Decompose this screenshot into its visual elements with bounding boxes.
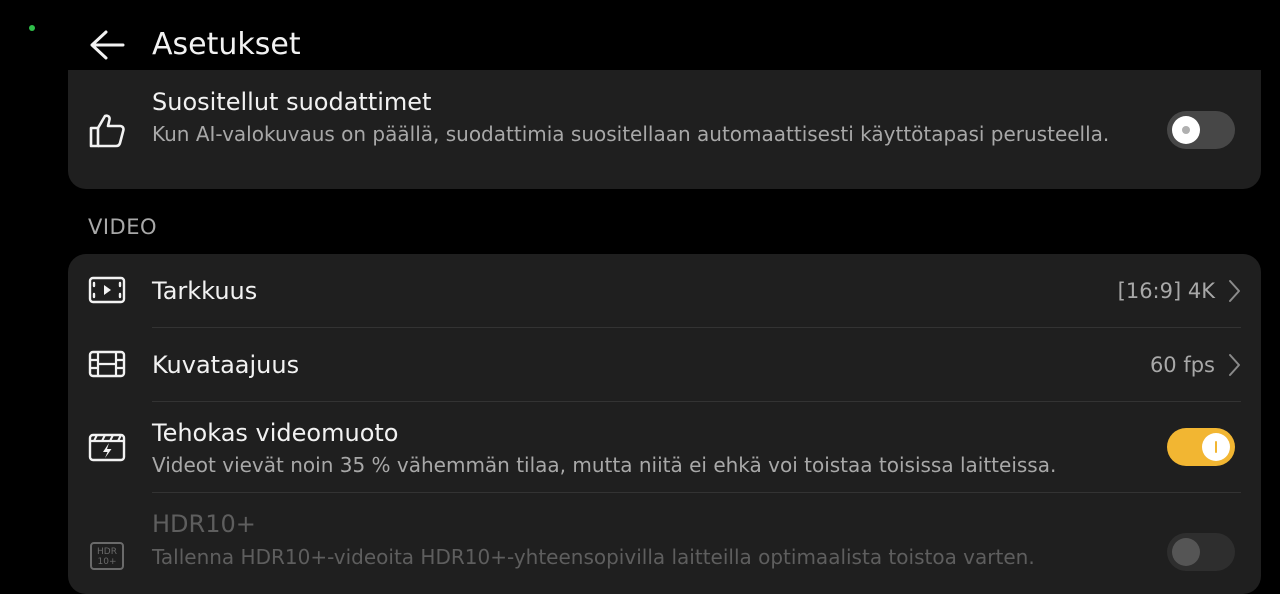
toggle-knob	[1172, 116, 1200, 144]
chevron-right-icon	[1229, 280, 1240, 302]
setting-value: [16:9] 4K	[1117, 279, 1215, 303]
setting-title: Tarkkuus	[152, 277, 258, 305]
thumbs-up-icon	[86, 110, 128, 152]
recommended-filters-toggle[interactable]	[1167, 111, 1235, 149]
hdr-icon-text-top: HDR	[97, 547, 117, 557]
film-frames-icon	[86, 343, 128, 385]
arrow-left-icon	[90, 30, 125, 60]
toggle-knob	[1172, 538, 1200, 566]
back-button[interactable]	[84, 22, 130, 68]
hdr10-plus-toggle[interactable]	[1167, 533, 1235, 571]
setting-row-resolution[interactable]: Tarkkuus [16:9] 4K	[68, 254, 1261, 327]
toggle-off-mark	[1182, 126, 1190, 134]
toggle-on-mark	[1215, 441, 1217, 453]
setting-title: Suositellut suodattimet	[152, 88, 432, 116]
card-recommended-filters: Suositellut suodattimet Kun AI-valokuvau…	[68, 70, 1261, 189]
hdr-icon-text-bottom: 10+	[98, 557, 117, 567]
video-resolution-icon	[86, 269, 128, 311]
setting-title: Tehokas videomuoto	[152, 419, 399, 447]
setting-value: 60 fps	[1149, 353, 1215, 377]
card-video-settings: Tarkkuus [16:9] 4K Kuvataajuus 60 fps Te…	[68, 254, 1261, 594]
setting-description: Videot vievät noin 35 % vähemmän tilaa, …	[152, 453, 1057, 477]
toggle-knob	[1202, 433, 1230, 461]
setting-title: Kuvataajuus	[152, 351, 300, 379]
setting-row-hdr10-plus[interactable]: HDR 10+ HDR10+ Tallenna HDR10+-videoita …	[68, 493, 1261, 594]
setting-description: Kun AI-valokuvaus on päällä, suodattimia…	[152, 122, 1110, 146]
video-efficiency-icon	[86, 426, 128, 468]
page-title: Asetukset	[152, 27, 301, 62]
setting-row-frame-rate[interactable]: Kuvataajuus 60 fps	[68, 328, 1261, 401]
setting-title: HDR10+	[152, 510, 256, 538]
efficient-video-format-toggle[interactable]	[1167, 428, 1235, 466]
section-label-video: VIDEO	[88, 215, 158, 239]
setting-row-efficient-video-format[interactable]: Tehokas videomuoto Videot vievät noin 35…	[68, 402, 1261, 492]
setting-row-recommended-filters[interactable]: Suositellut suodattimet Kun AI-valokuvau…	[68, 70, 1261, 189]
setting-description: Tallenna HDR10+-videoita HDR10+-yhteenso…	[152, 545, 1035, 569]
chevron-right-icon	[1229, 354, 1240, 376]
